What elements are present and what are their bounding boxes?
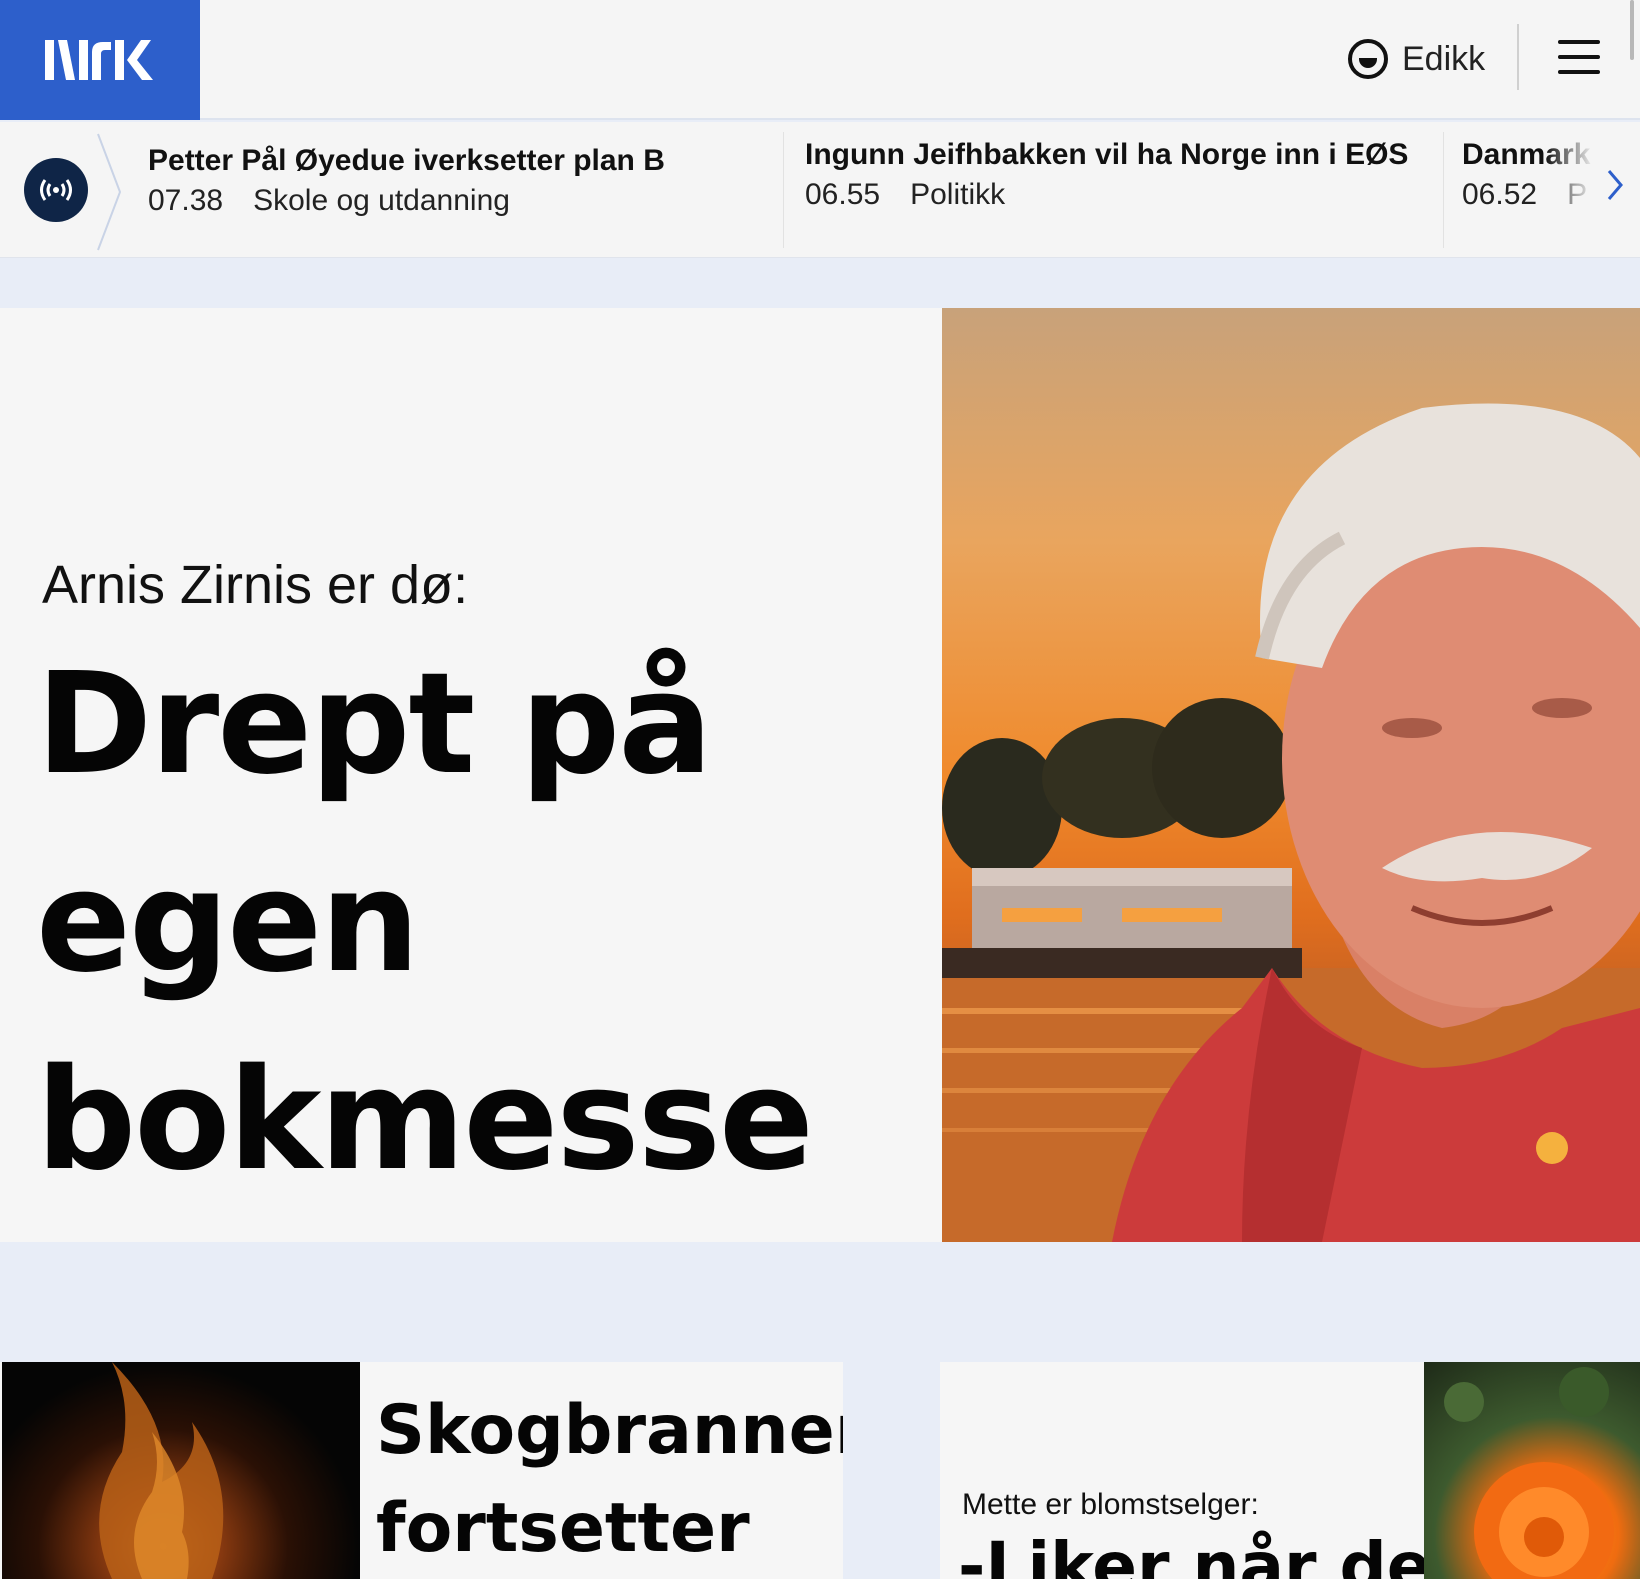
hero-article[interactable]: Arnis Zirnis er dø: Drept på egen bokmes…	[0, 308, 1640, 1242]
card-headline: -Liker når de	[958, 1528, 1432, 1579]
header-divider	[1517, 24, 1519, 90]
flower-photo	[1424, 1362, 1640, 1579]
nrk-logo[interactable]	[0, 0, 200, 120]
ticker-item-category: Politikk	[910, 178, 1006, 211]
card-headline: Skogbranner fortsetter	[376, 1391, 843, 1568]
ticker-item-category: Skole og utdanning	[253, 184, 510, 217]
ticker-item[interactable]: Ingunn Jeifhbakken vil ha Norge inn i EØ…	[805, 138, 1408, 212]
hero-kicker: Arnis Zirnis er dø:	[42, 555, 469, 615]
live-broadcast-icon[interactable]	[24, 158, 88, 222]
user-profile-link[interactable]: Edikk	[1348, 34, 1485, 84]
ticker-item-time: 07.38	[148, 184, 224, 217]
nrk-logo-icon	[45, 40, 153, 80]
hero-headline: Drept på egen bokmesse	[36, 643, 814, 1202]
article-card-blomsterselger[interactable]: Mette er blomstselger: -Liker når de	[940, 1362, 1640, 1579]
ticker-item-title: Petter Pål Øyedue iverksetter plan B	[148, 144, 665, 177]
ticker-separator	[783, 132, 784, 248]
ticker-item[interactable]: Petter Pål Øyedue iverksetter plan B 07.…	[148, 144, 665, 218]
hamburger-menu-icon[interactable]	[1558, 40, 1600, 74]
ticker-item-meta: 06.55 Politikk	[805, 178, 1408, 212]
hero-photo	[942, 308, 1640, 1242]
ticker-chevron-divider	[97, 133, 122, 251]
scrollbar-thumb[interactable]	[1630, 0, 1634, 60]
article-card-skogbranner[interactable]: Skogbranner fortsetter	[0, 1362, 843, 1579]
news-ticker: Petter Pål Øyedue iverksetter plan B 07.…	[0, 122, 1640, 258]
user-name: Edikk	[1402, 39, 1486, 78]
ticker-item-time: 06.55	[805, 178, 881, 211]
ticker-item-title: Ingunn Jeifhbakken vil ha Norge inn i EØ…	[805, 138, 1409, 171]
user-avatar-icon	[1348, 39, 1388, 79]
chevron-right-icon[interactable]	[1605, 167, 1625, 212]
ticker-separator	[1443, 132, 1444, 248]
site-header: Edikk	[0, 0, 1640, 120]
card-kicker: Mette er blomstselger:	[962, 1488, 1259, 1521]
ticker-item-time: 06.52	[1462, 178, 1538, 211]
wildfire-photo	[2, 1362, 360, 1579]
ticker-item-meta: 07.38 Skole og utdanning	[148, 184, 665, 218]
